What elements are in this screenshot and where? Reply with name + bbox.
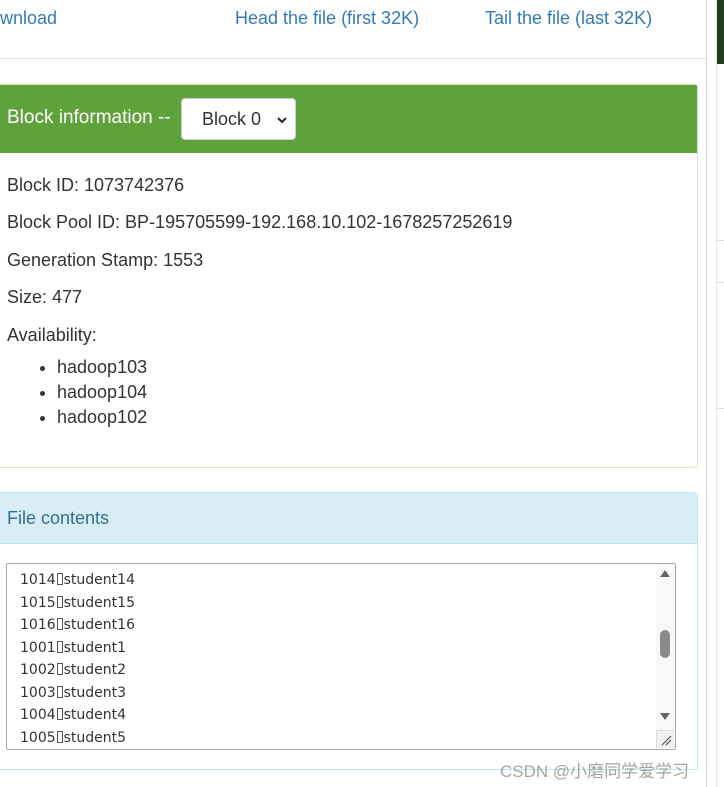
head-file-link[interactable]: Head the file (first 32K) bbox=[235, 8, 419, 29]
file-panel-heading: File contents bbox=[0, 493, 697, 544]
scroll-down-arrow-icon[interactable] bbox=[659, 712, 671, 722]
file-line: 1003 student3 bbox=[20, 684, 127, 701]
background-divider bbox=[717, 240, 724, 241]
file-line: 1005 student5 bbox=[20, 729, 127, 746]
generation-stamp: Generation Stamp: 1553 bbox=[7, 250, 204, 270]
block-panel-title: Block information -- bbox=[7, 107, 171, 128]
scroll-up-arrow-icon[interactable] bbox=[659, 568, 671, 578]
file-line: 1004 student4 bbox=[20, 707, 127, 723]
block-size: Size: 477 bbox=[7, 287, 83, 307]
file-line: 1014 student14 bbox=[20, 572, 135, 588]
block-panel-heading: Block information -- Block 0 bbox=[0, 85, 697, 153]
background-page bbox=[716, 0, 724, 787]
background-divider bbox=[717, 282, 724, 283]
background-divider bbox=[717, 408, 724, 409]
block-select-value: Block 0 bbox=[202, 109, 262, 129]
file-line: 1016 student16 bbox=[20, 617, 135, 633]
tail-file-link[interactable]: Tail the file (last 32K) bbox=[485, 8, 652, 29]
host-item: hadoop102 bbox=[57, 405, 147, 430]
resize-grip-icon bbox=[661, 735, 672, 746]
file-line: 1001 student1 bbox=[20, 639, 127, 656]
watermark: CSDN @小磨同学爱学习 bbox=[500, 762, 690, 781]
background-navbar bbox=[717, 0, 724, 64]
block-select[interactable]: Block 0 bbox=[181, 98, 296, 140]
host-item: hadoop103 bbox=[57, 355, 147, 380]
resize-handle[interactable] bbox=[656, 730, 674, 748]
scroll-thumb[interactable] bbox=[660, 630, 670, 658]
block-information-panel: Block information -- Block 0 Block ID: 1… bbox=[0, 84, 698, 468]
download-link[interactable]: ownload bbox=[0, 8, 57, 29]
vertical-scrollbar[interactable] bbox=[656, 564, 675, 749]
availability-label: Availability: bbox=[7, 325, 97, 345]
file-line: 1015 student15 bbox=[20, 594, 135, 611]
file-panel-title: File contents bbox=[7, 508, 110, 528]
file-info-modal: ownload Head the file (first 32K) Tail t… bbox=[0, 0, 707, 787]
host-item: hadoop104 bbox=[57, 380, 147, 405]
block-id: Block ID: 1073742376 bbox=[7, 175, 185, 195]
file-lines: 1014 student14 1015 student15 1016 student1… bbox=[20, 569, 135, 749]
file-contents-panel: File contents 1014 student14 1015 student1… bbox=[0, 492, 698, 770]
file-actions: ownload Head the file (first 32K) Tail t… bbox=[0, 0, 706, 59]
availability-list: hadoop103 hadoop104 hadoop102 bbox=[7, 355, 147, 430]
block-pool-id: Block Pool ID: BP-195705599-192.168.10.1… bbox=[7, 212, 513, 232]
file-contents-textarea[interactable]: 1014 student14 1015 student15 1016 student1… bbox=[6, 563, 676, 750]
file-line: 1002 student2 bbox=[20, 662, 127, 678]
chevron-down-icon bbox=[277, 117, 287, 124]
